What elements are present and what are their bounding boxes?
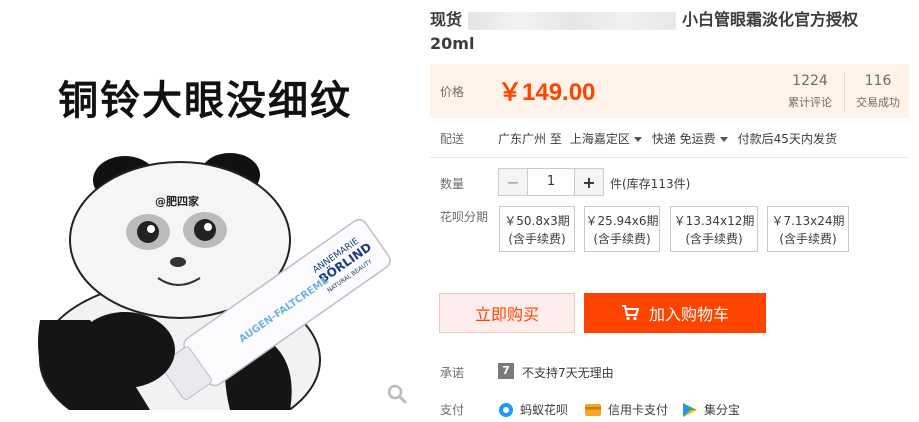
cart-icon [621, 305, 639, 321]
quantity-increase-button[interactable]: + [575, 169, 603, 195]
installment-fee-note: (含手续费) [779, 232, 837, 246]
installment-fee-note: (含手续费) [593, 232, 651, 246]
installment-label: 花呗分期 [440, 210, 489, 224]
huabei-icon [499, 402, 513, 417]
add-to-cart-label: 加入购物车 [648, 305, 729, 324]
payment-method-label: 信用卡支付 [608, 403, 669, 417]
installment-amount: ￥7.13x24期 [771, 214, 845, 228]
product-image-gallery[interactable]: 铜铃大眼没细纹 ANNEMARIE BÖRLIND NATURAL BEAUTY… [0, 0, 420, 422]
sales-stat: 116 交易成功 [848, 72, 908, 110]
panda-meme-image: ANNEMARIE BÖRLIND NATURAL BEAUTY AUGEN-F… [38, 153, 391, 410]
shipping-eta: 付款后45天内发货 [737, 132, 837, 146]
title-prefix: 现货 [430, 10, 463, 29]
payment-method-label: 集分宝 [704, 403, 741, 417]
section-divider [430, 157, 909, 158]
payment-method-jifenbao[interactable]: 集分宝 [682, 401, 740, 418]
stat-divider [844, 72, 845, 112]
payment-method-credit-card[interactable]: 信用卡支付 [584, 401, 668, 418]
quantity-input[interactable]: 1 [527, 169, 575, 195]
zoom-icon[interactable] [385, 382, 409, 406]
sales-count: 116 [864, 73, 892, 89]
quantity-decrease-button[interactable]: − [499, 169, 527, 195]
installment-option-3[interactable]: ￥50.8x3期 (含手续费) [499, 206, 575, 252]
sales-label: 交易成功 [856, 96, 900, 109]
image-watermark: @肥四家 [155, 195, 199, 208]
quantity-stepper[interactable]: − 1 + [498, 168, 604, 196]
promise-label: 承诺 [440, 366, 465, 380]
redacted-title-segment [468, 11, 677, 30]
credit-card-icon [585, 403, 601, 416]
quantity-label: 数量 [440, 177, 465, 191]
installment-option-12[interactable]: ￥13.34x12期 (含手续费) [670, 206, 758, 252]
image-caption: 铜铃大眼没细纹 [58, 78, 352, 124]
payment-method-label: 蚂蚁花呗 [520, 403, 569, 417]
price-value: ￥149.00 [498, 79, 596, 106]
chevron-down-icon[interactable] [719, 137, 728, 142]
installment-amount: ￥25.94x6期 [585, 214, 659, 228]
price-panel: 价格 ￥149.00 1224 累计评论 116 交易成功 [430, 64, 909, 118]
installment-option-24[interactable]: ￥7.13x24期 (含手续费) [767, 206, 849, 252]
installment-amount: ￥50.8x3期 [504, 214, 570, 228]
chevron-down-icon[interactable] [633, 137, 642, 142]
installment-amount: ￥13.34x12期 [673, 214, 755, 228]
shipping-origin: 广东广州 至 [498, 132, 562, 146]
add-to-cart-button[interactable]: 加入购物车 [584, 293, 766, 333]
installment-option-6[interactable]: ￥25.94x6期 (含手续费) [584, 206, 660, 252]
installment-fee-note: (含手续费) [685, 232, 743, 246]
reviews-label: 累计评论 [788, 96, 832, 109]
title-line2: 20ml [430, 34, 475, 53]
shipping-method[interactable]: 快递 免运费 [652, 132, 716, 146]
buy-now-button[interactable]: 立即购买 [439, 293, 575, 333]
shipping-destination[interactable]: 上海嘉定区 [570, 132, 630, 146]
reviews-stat[interactable]: 1224 累计评论 [780, 72, 840, 110]
stock-text: 件(库存113件) [610, 177, 691, 191]
product-title: 现货 小白管眼霜淡化官方授权 20ml [430, 8, 910, 56]
promise-text[interactable]: 不支持7天无理由 [522, 364, 614, 381]
seven-day-icon: 7 [498, 363, 514, 379]
price-label: 价格 [440, 85, 465, 99]
jifenbao-icon [683, 402, 697, 417]
shipping-label: 配送 [440, 132, 465, 146]
installment-fee-note: (含手续费) [508, 232, 566, 246]
title-suffix: 小白管眼霜淡化官方授权 [682, 10, 859, 29]
shipping-row: 广东广州 至上海嘉定区 快递 免运费 付款后45天内发货 [498, 130, 845, 147]
payment-method-huabei[interactable]: 蚂蚁花呗 [498, 401, 568, 418]
reviews-count: 1224 [792, 73, 828, 89]
payment-label: 支付 [440, 403, 465, 417]
